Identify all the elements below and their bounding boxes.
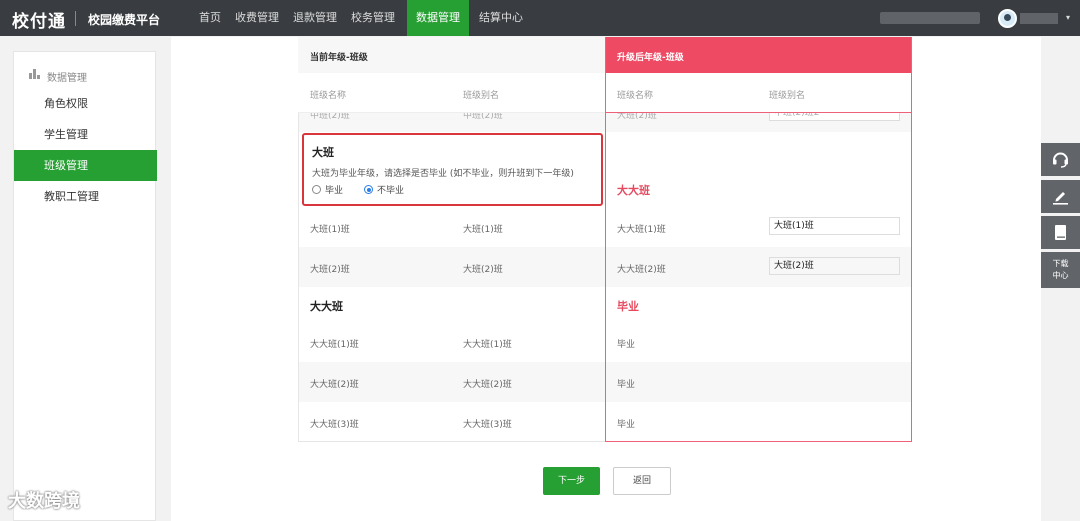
cell-class-name: 大大班(2)班 — [310, 380, 359, 390]
nav-school-affairs[interactable]: 校务管理 — [345, 0, 401, 36]
nav-settlement-center[interactable]: 结算中心 — [473, 0, 529, 36]
current-class-header-label: 当前年级-班级 — [310, 53, 368, 63]
top-bar: 校付通 校园缴费平台 首页 收费管理 退款管理 校务管理 数据管理 结算中心 ▾ — [0, 0, 1080, 36]
nav-fee-management[interactable]: 收费管理 — [229, 0, 285, 36]
cell-class-alias: 大班(1)班 — [463, 225, 503, 235]
chevron-down-icon[interactable]: ▾ — [1066, 13, 1070, 22]
col-class-name: 班级名称 — [310, 91, 347, 101]
platform-title: 校园缴费平台 — [88, 13, 161, 27]
sidebar-section-label: 数据管理 — [47, 73, 87, 84]
logo-divider — [75, 11, 76, 26]
nav-home[interactable]: 首页 — [193, 0, 227, 36]
cell-class-name: 大大班(1)班 — [310, 340, 359, 350]
download-center-button[interactable]: 下载 中心 — [1041, 252, 1080, 288]
radio-graduate[interactable]: 毕业 — [312, 183, 343, 196]
username-blurred[interactable] — [1020, 13, 1058, 24]
col-class-alias: 班级别名 — [463, 91, 500, 101]
sidebar-item-students[interactable]: 学生管理 — [14, 119, 157, 150]
sidebar-section-header: 数据管理 — [14, 66, 157, 86]
upgraded-class-column — [605, 37, 912, 442]
nav-data-management[interactable]: 数据管理 — [407, 0, 469, 36]
cell-class-alias: 中班(2)班 — [463, 113, 503, 121]
cell-class-alias: 大大班(2)班 — [463, 380, 512, 390]
grade-title: 大大班 — [310, 300, 343, 313]
edit-icon — [1053, 192, 1068, 205]
manual-button[interactable] — [1041, 216, 1080, 249]
feedback-button[interactable] — [1041, 180, 1080, 213]
cell-class-name: 大班(1)班 — [310, 225, 350, 235]
account-info-blurred — [880, 12, 980, 24]
sidebar-item-classes[interactable]: 班级管理 — [14, 150, 157, 181]
graduation-choice-box: 大班 大班为毕业年级，请选择是否毕业 (如不毕业，则升班到下一年级) 毕业 不毕… — [302, 133, 603, 206]
cell-class-alias: 大大班(1)班 — [463, 340, 512, 350]
sidebar-item-roles[interactable]: 角色权限 — [14, 88, 157, 119]
grade-title: 大班 — [312, 146, 334, 159]
cell-class-alias: 大班(2)班 — [463, 265, 503, 275]
back-button[interactable]: 返回 — [613, 467, 671, 495]
current-class-subheader: 班级名称 班级别名 — [298, 73, 605, 113]
cell-class-name: 大班(2)班 — [310, 265, 350, 275]
radio-unchecked-icon[interactable] — [312, 185, 321, 194]
book-icon — [1055, 225, 1066, 240]
cell-class-alias: 大大班(3)班 — [463, 420, 512, 430]
main-nav: 首页 收费管理 退款管理 校务管理 数据管理 结算中心 — [193, 0, 531, 36]
watermark: 大数跨境 — [8, 491, 80, 512]
cell-class-name: 大大班(3)班 — [310, 420, 359, 430]
download-center-label-1: 下载 — [1052, 259, 1069, 268]
download-center-label-2: 中心 — [1052, 271, 1069, 280]
next-step-button[interactable]: 下一步 — [543, 467, 600, 495]
headset-icon — [1053, 152, 1068, 168]
radio-not-graduate-label: 不毕业 — [377, 186, 405, 196]
cell-class-name: 中班(2)班 — [310, 113, 350, 121]
radio-not-graduate[interactable]: 不毕业 — [364, 183, 404, 196]
logo[interactable]: 校付通 — [12, 7, 66, 32]
sidebar-item-staff[interactable]: 教职工管理 — [14, 181, 157, 212]
avatar[interactable] — [998, 9, 1017, 28]
customer-service-button[interactable] — [1041, 143, 1080, 176]
current-class-header: 当前年级-班级 — [298, 37, 605, 73]
nav-refund-management[interactable]: 退款管理 — [287, 0, 343, 36]
graduation-hint: 大班为毕业年级，请选择是否毕业 (如不毕业，则升班到下一年级) — [312, 169, 574, 179]
radio-checked-icon[interactable] — [364, 185, 373, 194]
sidebar: 数据管理 角色权限 学生管理 班级管理 教职工管理 — [13, 51, 157, 521]
radio-graduate-label: 毕业 — [325, 186, 344, 196]
bar-chart-icon — [29, 69, 41, 79]
